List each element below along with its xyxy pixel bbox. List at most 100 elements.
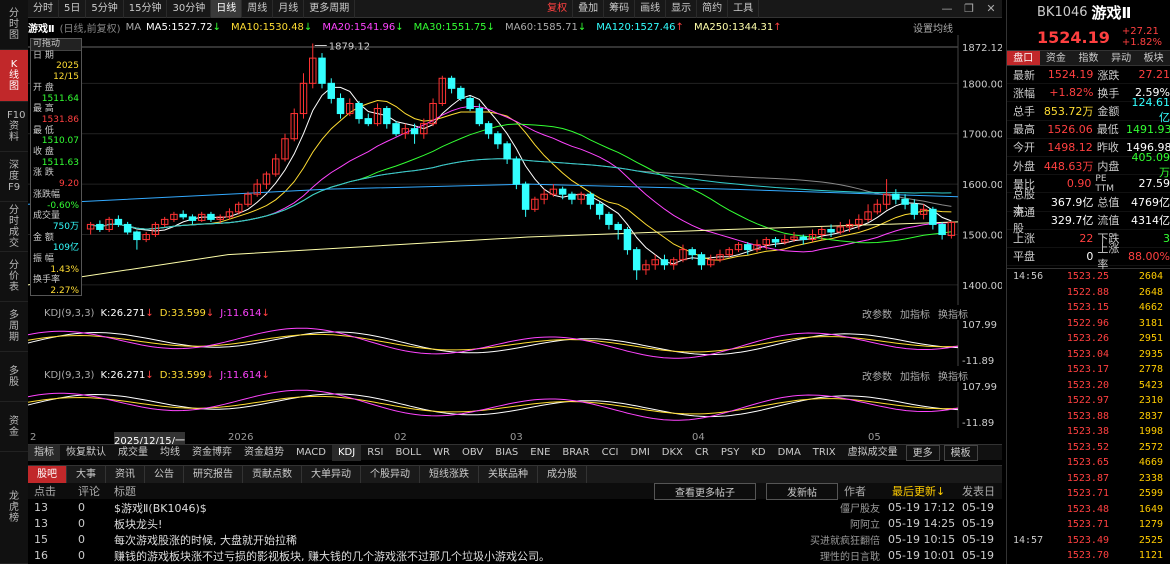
period-tab-4[interactable]: 30分钟 <box>167 0 212 18</box>
post-title[interactable]: 赚钱的游戏板块涨不过亏损的影视板块, 赚大钱的几个游戏涨不过那几个垃圾小游戏公司… <box>114 548 754 564</box>
indicator-tab-5[interactable]: 资金趋势 <box>238 445 290 461</box>
period-tab-8[interactable]: 更多周期 <box>304 0 356 18</box>
indicator-tab-20[interactable]: KD <box>745 445 771 461</box>
tool-button-6[interactable]: 工具 <box>728 0 760 18</box>
bottom-tab-6[interactable]: 大单异动 <box>302 465 361 484</box>
indicator-tab-14[interactable]: BRAR <box>556 445 595 461</box>
indicator-tab-15[interactable]: CCI <box>596 445 625 461</box>
post-row[interactable]: 13 0 $游戏Ⅱ(BK1046)$ 僵尸股友 05-19 17:12 05-19 <box>28 500 1002 515</box>
period-tab-1[interactable]: 5日 <box>59 0 87 18</box>
bottom-tab-0[interactable]: 股吧 <box>28 465 67 484</box>
bottom-tab-7[interactable]: 个股异动 <box>361 465 420 484</box>
period-tab-6[interactable]: 周线 <box>242 0 274 18</box>
bottom-tab-3[interactable]: 公告 <box>145 465 184 484</box>
indicator-tab-22[interactable]: TRIX <box>807 445 842 461</box>
tool-button-4[interactable]: 显示 <box>666 0 698 18</box>
post-title[interactable]: 板块龙头! <box>114 516 754 532</box>
view-more-posts-button[interactable]: 查看更多帖子 <box>654 482 756 500</box>
indicator-tab-0[interactable]: 指标 <box>28 444 60 461</box>
tool-button-0[interactable]: 复权 <box>542 0 574 18</box>
close-icon[interactable]: ✕ <box>980 2 1002 15</box>
indicator-tab-25[interactable]: 模板 <box>943 444 978 461</box>
indicator-tab-6[interactable]: MACD <box>290 445 332 461</box>
period-tab-3[interactable]: 15分钟 <box>124 0 168 18</box>
left-nav-tab-2[interactable]: F10资料 <box>0 102 28 152</box>
tool-button-2[interactable]: 筹码 <box>604 0 636 18</box>
indicator-tab-13[interactable]: ENE <box>524 445 556 461</box>
period-tab-7[interactable]: 月线 <box>273 0 305 18</box>
kline-chart[interactable]: 1872.12 1800.00 1700.00 1600.00 1500.00 1400.… <box>28 35 1002 305</box>
tool-button-1[interactable]: 叠加 <box>573 0 605 18</box>
indicator-tab-11[interactable]: OBV <box>456 445 489 461</box>
kdj-chart-1[interactable]: 107.99 -11.89 <box>28 320 1002 366</box>
kdj-line-k <box>28 393 959 418</box>
indicator-tab-9[interactable]: BOLL <box>389 445 427 461</box>
bottom-tab-2[interactable]: 资讯 <box>106 465 145 484</box>
kdj2-switch-indicator-button[interactable]: 换指标 <box>938 368 968 383</box>
tool-button-3[interactable]: 画线 <box>635 0 667 18</box>
post-author[interactable]: 僵尸股友 <box>784 500 880 515</box>
quote-label: 金额 <box>1097 104 1120 118</box>
tool-button-5[interactable]: 简约 <box>697 0 729 18</box>
indicator-tab-1[interactable]: 恢复默认 <box>60 445 112 461</box>
bottom-tab-9[interactable]: 关联品种 <box>479 465 538 484</box>
indicator-tab-10[interactable]: WR <box>427 445 456 461</box>
indicator-tab-7[interactable]: KDJ <box>331 444 362 461</box>
col-last-update[interactable]: 最后更新↓ <box>892 483 954 499</box>
quote-tab-3[interactable]: 异动 <box>1105 51 1138 65</box>
bottom-tab-5[interactable]: 贡献点数 <box>243 465 302 484</box>
post-row[interactable]: 13 0 板块龙头! 阿阿立 05-19 14:25 05-19 <box>28 516 1002 531</box>
indicator-tab-21[interactable]: DMA <box>772 445 807 461</box>
quote-tab-0[interactable]: 盘口 <box>1007 51 1040 65</box>
quote-tab-1[interactable]: 资金 <box>1040 51 1073 65</box>
left-nav-tab-6[interactable]: 多周期 <box>0 302 28 352</box>
indicator-tab-17[interactable]: DKX <box>656 445 689 461</box>
bottom-tab-10[interactable]: 成分股 <box>538 465 587 484</box>
indicator-tab-19[interactable]: PSY <box>715 445 746 461</box>
indicator-tab-24[interactable]: 更多 <box>905 444 940 461</box>
quote-tab-2[interactable]: 指数 <box>1072 51 1105 65</box>
post-author[interactable]: 理性的日言耽 <box>784 548 880 563</box>
info-row: 1510.07 <box>41 136 79 147</box>
period-tab-2[interactable]: 5分钟 <box>86 0 124 18</box>
post-title[interactable]: 每次游戏股涨的时候, 大盘就开始拉稀 <box>114 532 754 548</box>
indicator-tab-23[interactable]: 虚拟成交量 <box>842 445 904 461</box>
post-row[interactable]: 15 0 每次游戏股涨的时候, 大盘就开始拉稀 买进就疯狂翻倍 05-19 10:15 0… <box>28 532 1002 547</box>
indicator-tab-12[interactable]: BIAS <box>489 445 524 461</box>
bottom-tab-8[interactable]: 短线涨跌 <box>420 465 479 484</box>
minimize-icon[interactable]: — <box>936 2 958 15</box>
period-tab-5[interactable]: 日线 <box>211 0 243 18</box>
kdj2-edit-params-button[interactable]: 改参数 <box>862 368 892 383</box>
kdj-chart-2[interactable]: 107.99 -11.89 <box>28 382 1002 428</box>
kdj1-add-indicator-button[interactable]: 加指标 <box>900 306 930 321</box>
post-author[interactable]: 买进就疯狂翻倍 <box>784 532 880 547</box>
left-nav-tab-3[interactable]: 深度F9 <box>0 152 28 202</box>
left-nav-tab-5[interactable]: 分价表 <box>0 252 28 302</box>
left-nav-tab-4[interactable]: 分时成交 <box>0 202 28 252</box>
bottom-tab-1[interactable]: 大事 <box>67 465 106 484</box>
post-author[interactable]: 阿阿立 <box>784 516 880 531</box>
left-nav-tab-0[interactable]: 分时图 <box>0 0 28 50</box>
indicator-tab-8[interactable]: RSI <box>361 445 389 461</box>
left-nav-tab-9[interactable]: 龙虎榜 <box>0 452 28 564</box>
bottom-tab-4[interactable]: 研究报告 <box>184 465 243 484</box>
kdj2-add-indicator-button[interactable]: 加指标 <box>900 368 930 383</box>
left-nav-tab-1[interactable]: K线图 <box>0 50 28 102</box>
left-nav-tab-7[interactable]: 多股 <box>0 352 28 402</box>
indicator-tab-18[interactable]: CR <box>689 445 715 461</box>
period-tab-0[interactable]: 分时 <box>28 0 59 18</box>
quote-tab-4[interactable]: 板块 <box>1137 51 1170 65</box>
post-title[interactable]: $游戏Ⅱ(BK1046)$ <box>114 500 754 516</box>
kdj1-edit-params-button[interactable]: 改参数 <box>862 306 892 321</box>
info-box[interactable]: 可拖动 日 期 2025 12/15 开 盘 1511.64 最 高 1531.86 最 低1… <box>30 38 82 296</box>
kdj1-switch-indicator-button[interactable]: 换指标 <box>938 306 968 321</box>
restore-icon[interactable]: ❐ <box>958 2 980 15</box>
post-row[interactable]: 16 0 赚钱的游戏板块涨不过亏损的影视板块, 赚大钱的几个游戏涨不过那几个垃圾小游… <box>28 548 1002 563</box>
indicator-tab-3[interactable]: 均线 <box>154 445 186 461</box>
indicator-tab-2[interactable]: 成交量 <box>112 445 154 461</box>
left-nav-tab-8[interactable]: 资金 <box>0 402 28 452</box>
indicator-tab-16[interactable]: DMI <box>625 445 656 461</box>
ma-settings-button[interactable]: 设置均线 <box>913 20 953 35</box>
indicator-tab-4[interactable]: 资金博弈 <box>186 445 238 461</box>
new-post-button[interactable]: 发新帖 <box>766 482 838 500</box>
